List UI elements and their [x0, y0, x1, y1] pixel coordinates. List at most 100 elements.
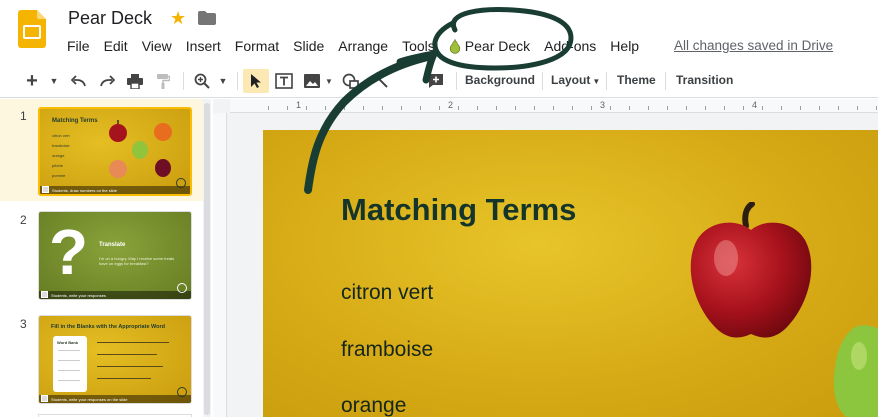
thumb-corner-icon [41, 291, 48, 298]
thumb-term: pêche [52, 163, 63, 168]
filmstrip-slide-4-partial[interactable] [0, 411, 203, 417]
ruler-tick [838, 106, 839, 110]
print-icon[interactable] [124, 69, 146, 93]
word-bank-card: Word Bank [53, 336, 87, 392]
apple-image[interactable] [688, 202, 814, 342]
star-icon[interactable]: ★ [170, 8, 186, 29]
shape-icon[interactable] [340, 69, 362, 93]
word-bank-label: Word Bank [57, 340, 79, 345]
menu-help[interactable]: Help [603, 38, 646, 54]
slide-term[interactable]: framboise [341, 338, 433, 362]
layout-button[interactable]: Layout ▼ [551, 73, 600, 87]
horizontal-ruler[interactable]: 1 2 3 4 [230, 99, 878, 113]
thumb-body: I'm on a hungry. May I receive some trea… [99, 256, 175, 266]
ruler-tick [439, 106, 440, 110]
ruler-tick [553, 106, 554, 110]
orange-icon [154, 123, 172, 141]
text-box-icon[interactable] [273, 69, 295, 93]
main-slide[interactable]: Matching Terms citron vert framboise ora… [263, 130, 878, 417]
menu-view[interactable]: View [135, 38, 179, 54]
slide-thumbnail[interactable]: ? Translate I'm on a hungry. May I recei… [38, 211, 192, 300]
paint-format-icon[interactable] [152, 69, 174, 93]
ruler-tick [572, 106, 573, 110]
thumb-footer-text: Students, draw numbers on the slide [52, 188, 117, 193]
slide-term[interactable]: citron vert [341, 281, 433, 305]
menu-slide[interactable]: Slide [286, 38, 331, 54]
toolbar-divider [237, 72, 238, 90]
menu-insert[interactable]: Insert [179, 38, 228, 54]
ruler-tick [306, 106, 307, 110]
new-slide-plus-icon[interactable]: + [22, 69, 42, 93]
ruler-tick [401, 106, 402, 110]
filmstrip-scrollbar-thumb[interactable] [204, 103, 210, 415]
layout-button-label: Layout [551, 73, 591, 87]
ruler-tick [705, 106, 706, 110]
background-button[interactable]: Background [465, 73, 535, 87]
word-bank-line [58, 360, 80, 361]
pear-icon [449, 39, 460, 54]
filmstrip-slide-1[interactable]: 1 Matching Terms citron vert framboise o… [0, 99, 203, 201]
filmstrip-slide-2[interactable]: 2 ? Translate I'm on a hungry. May I rec… [0, 203, 203, 305]
image-dropdown-icon[interactable]: ▼ [324, 69, 334, 93]
vertical-ruler[interactable] [213, 113, 227, 417]
lime-image[interactable] [833, 322, 878, 417]
word-bank-line [58, 350, 80, 351]
menu-file[interactable]: File [60, 38, 97, 54]
image-icon[interactable] [301, 69, 323, 93]
ruler-tick [496, 106, 497, 110]
slide-term[interactable]: orange [341, 394, 406, 417]
redo-icon[interactable] [96, 69, 118, 93]
menu-pear-deck-label: Pear Deck [464, 38, 531, 54]
filmstrip-slide-3[interactable]: 3 Fill in the Blanks with the Appropriat… [0, 307, 203, 409]
document-title[interactable]: Pear Deck [68, 8, 152, 29]
comment-icon[interactable] [425, 69, 447, 93]
ruler-tick [477, 106, 478, 110]
zoom-icon[interactable] [192, 69, 212, 93]
slide-thumbnail[interactable]: Fill in the Blanks with the Appropriate … [38, 315, 192, 404]
ruler-mark: 2 [448, 100, 454, 110]
theme-button[interactable]: Theme [617, 73, 656, 87]
thumb-title: Fill in the Blanks with the Appropriate … [51, 324, 165, 330]
thumb-term: framboise [52, 143, 70, 148]
layout-dropdown-icon: ▼ [592, 77, 601, 86]
menu-tools[interactable]: Tools [395, 38, 442, 54]
ruler-tick [648, 106, 649, 110]
menu-add-ons[interactable]: Add-ons [537, 38, 603, 54]
ruler-tick [686, 106, 687, 110]
peach-icon [109, 160, 127, 178]
slide-title[interactable]: Matching Terms [341, 192, 576, 228]
ruler-tick [781, 106, 782, 110]
folder-icon[interactable] [198, 11, 216, 25]
ruler-tick [857, 106, 858, 110]
menu-arrange[interactable]: Arrange [331, 38, 395, 54]
thumb-corner-icon [42, 186, 49, 193]
ruler-tick [268, 106, 269, 110]
ruler-mark: 3 [600, 100, 606, 110]
slides-logo-icon[interactable] [18, 10, 46, 48]
select-cursor-icon[interactable] [243, 69, 269, 93]
toolbar-divider [606, 72, 607, 90]
transition-button[interactable]: Transition [676, 73, 733, 87]
ruler-tick [667, 106, 668, 110]
raspberry-icon [155, 159, 171, 177]
blank-line [97, 354, 157, 355]
toolbar-divider [183, 72, 184, 90]
ruler-tick [515, 106, 516, 110]
line-icon[interactable] [370, 69, 392, 93]
slide-thumbnail[interactable]: Matching Terms citron vert framboise ora… [38, 107, 192, 196]
menu-edit[interactable]: Edit [97, 38, 135, 54]
blank-line [97, 342, 169, 343]
save-status-link[interactable]: All changes saved in Drive [674, 38, 833, 53]
new-slide-dropdown-icon[interactable]: ▼ [48, 69, 60, 93]
blank-line [97, 378, 151, 379]
menu-format[interactable]: Format [228, 38, 286, 54]
thumb-title: Matching Terms [52, 118, 98, 124]
lime-icon [132, 141, 148, 159]
thumb-footer-text: Students, write your responses [51, 293, 106, 298]
undo-icon[interactable] [68, 69, 90, 93]
zoom-dropdown-icon[interactable]: ▼ [217, 69, 229, 93]
menu-pear-deck[interactable]: Pear Deck [442, 38, 537, 54]
ruler-tick [819, 106, 820, 110]
ruler-tick [344, 106, 345, 110]
thumb-term: orange [52, 153, 65, 158]
